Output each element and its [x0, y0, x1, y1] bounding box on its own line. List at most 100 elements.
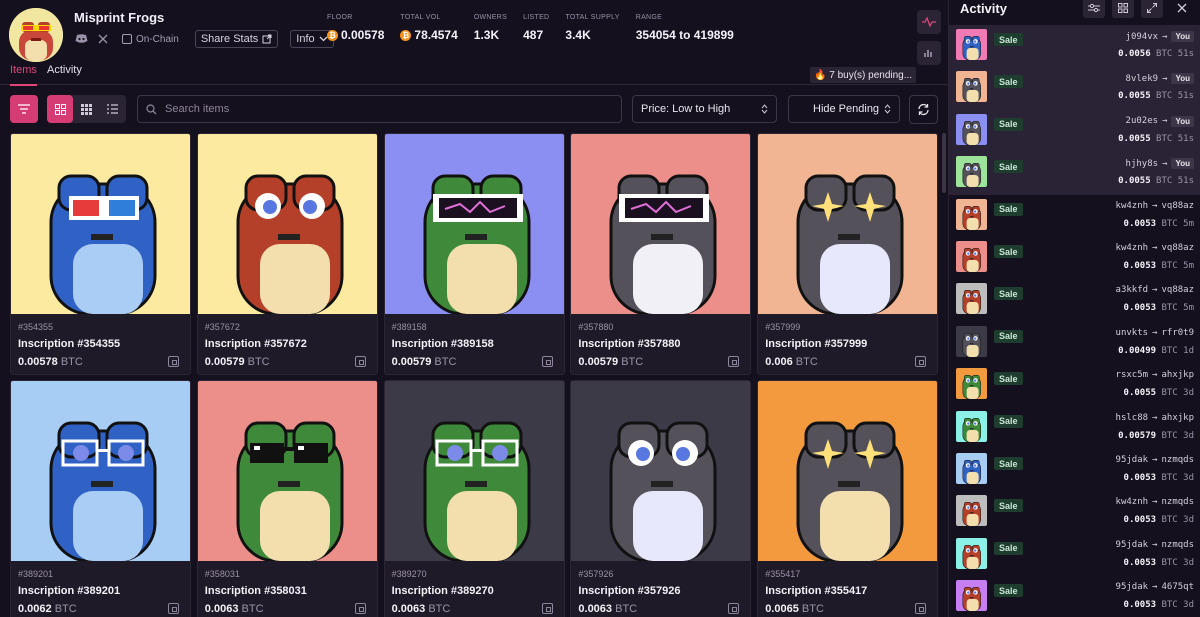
activity-row[interactable]: Sale unvkts → rfr0t9 0.00499 BTC 1d [949, 322, 1200, 364]
activity-row[interactable]: Sale 95jdak → nzmqds 0.0053 BTC 3d [949, 449, 1200, 491]
pending-filter-select[interactable]: Hide Pending [788, 95, 900, 123]
search-input[interactable] [165, 103, 565, 115]
activity-from[interactable]: a3kkfd [1116, 285, 1149, 295]
activity-toggle-button[interactable] [917, 10, 941, 34]
activity-thumbnail[interactable] [956, 580, 987, 612]
activity-row[interactable]: Sale j094vx → You 0.0056 BTC 51s [949, 25, 1200, 68]
zoom-icon[interactable] [168, 603, 179, 614]
activity-row[interactable]: Sale a3kkfd → vq88az 0.0053 BTC 5m [949, 279, 1200, 321]
activity-from[interactable]: rsxc5m [1116, 370, 1149, 380]
filter-button[interactable] [10, 95, 38, 123]
activity-to[interactable]: vq88az [1161, 201, 1194, 211]
activity-from[interactable]: kw4znh [1116, 243, 1149, 253]
view-large-grid-button[interactable] [47, 95, 73, 123]
zoom-icon[interactable] [728, 356, 740, 367]
activity-row[interactable]: Sale 95jdak → 4675qt 0.0053 BTC 3d [949, 576, 1200, 617]
zoom-icon[interactable] [541, 356, 553, 367]
activity-row[interactable]: Sale hslc88 → ahxjkp 0.00579 BTC 3d [949, 407, 1200, 449]
activity-grid-button[interactable] [1112, 0, 1134, 18]
activity-thumbnail[interactable] [956, 156, 987, 188]
activity-from[interactable]: 95jdak [1116, 582, 1149, 592]
refresh-button[interactable] [909, 95, 938, 124]
activity-thumbnail[interactable] [956, 283, 987, 315]
activity-thumbnail[interactable] [956, 198, 987, 230]
activity-to[interactable]: nzmqds [1161, 540, 1194, 550]
activity-thumbnail[interactable] [956, 368, 987, 400]
activity-row[interactable]: Sale kw4znh → vq88az 0.0053 BTC 5m [949, 237, 1200, 279]
tab-items[interactable]: Items [10, 64, 37, 86]
activity-row[interactable]: Sale kw4znh → vq88az 0.0053 BTC 5m [949, 195, 1200, 237]
item-card[interactable]: #355417 Inscription #355417 0.0065 BTC [757, 380, 939, 617]
activity-from[interactable]: 95jdak [1116, 540, 1149, 550]
activity-to[interactable]: nzmqds [1161, 497, 1194, 507]
item-image[interactable] [197, 381, 377, 561]
activity-row[interactable]: Sale 8vlek9 → You 0.0055 BTC 51s [949, 67, 1200, 110]
share-stats-button[interactable]: Share Stats [194, 30, 279, 48]
activity-row[interactable]: Sale 95jdak → nzmqds 0.0053 BTC 3d [949, 534, 1200, 576]
item-card[interactable]: #389158 Inscription #389158 0.00579 BTC [383, 133, 565, 375]
pending-buys-badge[interactable]: 🔥 7 buy(s) pending... [810, 67, 917, 83]
activity-thumbnail[interactable] [956, 29, 987, 60]
zoom-icon[interactable] [541, 603, 553, 614]
activity-to[interactable]: vq88az [1161, 285, 1194, 295]
activity-row[interactable]: Sale rsxc5m → ahxjkp 0.0055 BTC 3d [949, 364, 1200, 406]
item-image[interactable] [571, 381, 751, 561]
zoom-icon[interactable] [168, 356, 179, 367]
activity-from[interactable]: j094vx [1126, 32, 1159, 42]
grid-scrollbar[interactable] [942, 133, 946, 193]
item-card[interactable]: #358031 Inscription #358031 0.0063 BTC [196, 380, 378, 617]
item-image[interactable] [571, 134, 751, 314]
you-badge[interactable]: You [1171, 158, 1194, 170]
item-card[interactable]: #354355 Inscription #354355 0.00578 BTC [10, 133, 191, 375]
activity-to[interactable]: ahxjkp [1161, 370, 1194, 380]
discord-icon[interactable] [74, 32, 88, 46]
activity-to[interactable]: ahxjkp [1161, 413, 1194, 423]
item-card[interactable]: #357926 Inscription #357926 0.0063 BTC [570, 380, 752, 617]
activity-thumbnail[interactable] [956, 241, 987, 272]
zoom-icon[interactable] [915, 603, 927, 614]
item-card[interactable]: #357672 Inscription #357672 0.00579 BTC [196, 133, 378, 375]
tab-activity[interactable]: Activity [47, 64, 82, 76]
activity-thumbnail[interactable] [956, 71, 987, 103]
zoom-icon[interactable] [354, 603, 366, 614]
activity-from[interactable]: 2u02es [1126, 116, 1159, 126]
item-card[interactable]: #389270 Inscription #389270 0.0063 BTC [383, 380, 565, 617]
activity-from[interactable]: 8vlek9 [1126, 74, 1159, 84]
activity-from[interactable]: hslc88 [1116, 413, 1149, 423]
activity-thumbnail[interactable] [956, 113, 987, 145]
item-image[interactable] [384, 381, 564, 561]
item-image[interactable] [11, 134, 190, 314]
activity-from[interactable]: kw4znh [1116, 201, 1149, 211]
item-card[interactable]: #357999 Inscription #357999 0.006 BTC [757, 133, 939, 375]
item-card[interactable]: #389201 Inscription #389201 0.0062 BTC [10, 380, 191, 617]
activity-to[interactable]: vq88az [1161, 243, 1194, 253]
you-badge[interactable]: You [1171, 115, 1194, 127]
zoom-icon[interactable] [354, 356, 366, 367]
view-small-grid-button[interactable] [73, 95, 99, 123]
expand-button[interactable] [1141, 0, 1163, 18]
zoom-icon[interactable] [728, 603, 740, 614]
item-image[interactable] [384, 134, 564, 314]
x-twitter-icon[interactable] [96, 32, 110, 46]
close-activity-button[interactable] [1171, 0, 1193, 18]
activity-to[interactable]: nzmqds [1161, 455, 1194, 465]
item-image[interactable] [197, 134, 377, 314]
activity-row[interactable]: Sale hjhy8s → You 0.0055 BTC 51s [949, 152, 1200, 195]
activity-from[interactable]: hjhy8s [1126, 159, 1159, 169]
activity-from[interactable]: unvkts [1116, 328, 1149, 338]
view-list-button[interactable] [99, 95, 125, 123]
activity-to[interactable]: rfr0t9 [1161, 328, 1194, 338]
you-badge[interactable]: You [1171, 73, 1194, 85]
activity-to[interactable]: 4675qt [1161, 582, 1194, 592]
sort-select[interactable]: Price: Low to High [632, 95, 777, 123]
activity-thumbnail[interactable] [956, 453, 987, 484]
item-image[interactable] [758, 134, 938, 314]
item-image[interactable] [11, 381, 190, 561]
activity-thumbnail[interactable] [956, 410, 987, 442]
zoom-icon[interactable] [915, 356, 927, 367]
activity-row[interactable]: Sale 2u02es → You 0.0055 BTC 51s [949, 109, 1200, 153]
activity-filter-button[interactable] [1083, 0, 1105, 18]
activity-thumbnail[interactable] [956, 495, 987, 527]
activity-row[interactable]: Sale kw4znh → nzmqds 0.0053 BTC 3d [949, 491, 1200, 533]
activity-from[interactable]: 95jdak [1116, 455, 1149, 465]
